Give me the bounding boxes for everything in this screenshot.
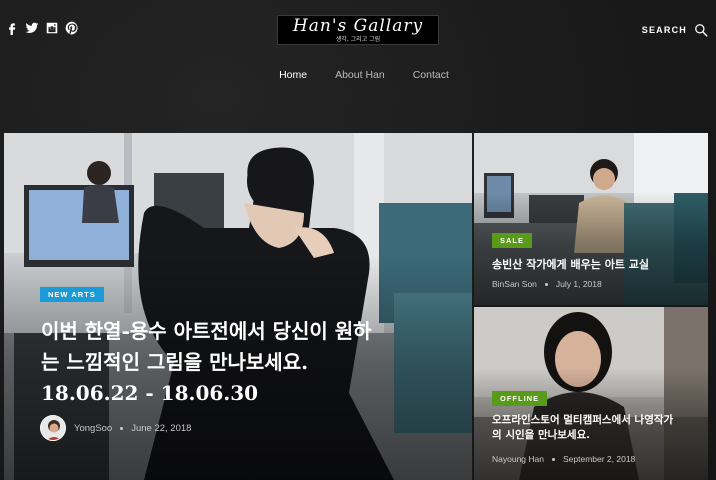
main-nav: Home About Han Contact [0, 69, 716, 81]
post-date: July 1, 2018 [555, 279, 602, 289]
category-badge[interactable]: SALE [492, 233, 533, 248]
search-button[interactable]: SEARCH [642, 23, 708, 37]
meta-separator [551, 457, 555, 461]
meta-separator [120, 426, 124, 430]
post-date: June 22, 2018 [131, 422, 192, 434]
author-name[interactable]: YongSoo [74, 423, 112, 434]
featured-post-main[interactable]: NEW ARTS 이번 한열-용수 아트전에서 당신이 원하 는 느낌적인 그림… [4, 133, 472, 480]
author-name[interactable]: BinSan Son [492, 279, 537, 289]
featured-grid: NEW ARTS 이번 한열-용수 아트전에서 당신이 원하 는 느낌적인 그림… [4, 133, 708, 480]
meta-separator [544, 282, 548, 286]
post-title[interactable]: 송빈산 작가에게 배우는 아트 교실 [492, 257, 702, 272]
search-label: SEARCH [641, 25, 687, 35]
author-name[interactable]: Nayoung Han [492, 454, 544, 464]
twitter-icon[interactable] [24, 20, 39, 35]
site-logo[interactable]: Han's Gallary 생각, 그리고 그림 [277, 15, 439, 45]
post-meta: YongSoo June 22, 2018 [40, 415, 191, 441]
nav-home[interactable]: Home [279, 69, 307, 81]
author-avatar[interactable] [40, 415, 66, 441]
post-title[interactable]: 이번 한열-용수 아트전에서 당신이 원하 는 느낌적인 그림을 만나보세요. … [41, 316, 466, 409]
nav-about-han[interactable]: About Han [335, 69, 385, 81]
post-date: September 2, 2018 [562, 454, 636, 464]
featured-post-sale[interactable]: SALE 송빈산 작가에게 배우는 아트 교실 BinSan Son July … [474, 133, 708, 305]
post-title-line-3: 18.06.22 - 18.06.30 [41, 381, 259, 405]
post-title-line-1: 오프라인스토어 멀티캠퍼스에서 나영작가 [492, 414, 674, 426]
post-meta: Nayoung Han September 2, 2018 [492, 454, 635, 464]
category-badge[interactable]: OFFLINE [492, 391, 548, 406]
post-title-line-1: 이번 한열-용수 아트전에서 당신이 원하 [41, 319, 372, 343]
facebook-icon[interactable] [4, 20, 19, 35]
post-meta: BinSan Son July 1, 2018 [492, 279, 602, 289]
post-title[interactable]: 오프라인스토어 멀티캠퍼스에서 나영작가 의 시인을 만나보세요. [492, 413, 704, 443]
page: Han's Gallary 생각, 그리고 그림 SEARCH Home Abo… [0, 0, 716, 480]
social-links [4, 20, 79, 35]
post-title-line-2: 의 시인을 만나보세요. [492, 429, 590, 441]
category-badge[interactable]: NEW ARTS [40, 287, 104, 302]
instagram-icon[interactable] [44, 20, 59, 35]
post-title-line-2: 는 느낌적인 그림을 만나보세요. [41, 350, 309, 374]
nav-contact[interactable]: Contact [413, 69, 449, 81]
logo-title: Han's Gallary [292, 16, 424, 36]
pinterest-icon[interactable] [64, 20, 79, 35]
search-icon [695, 24, 708, 37]
featured-post-offline[interactable]: OFFLINE 오프라인스토어 멀티캠퍼스에서 나영작가 의 시인을 만나보세요… [474, 307, 708, 480]
logo-subtitle: 생각, 그리고 그림 [335, 36, 381, 43]
